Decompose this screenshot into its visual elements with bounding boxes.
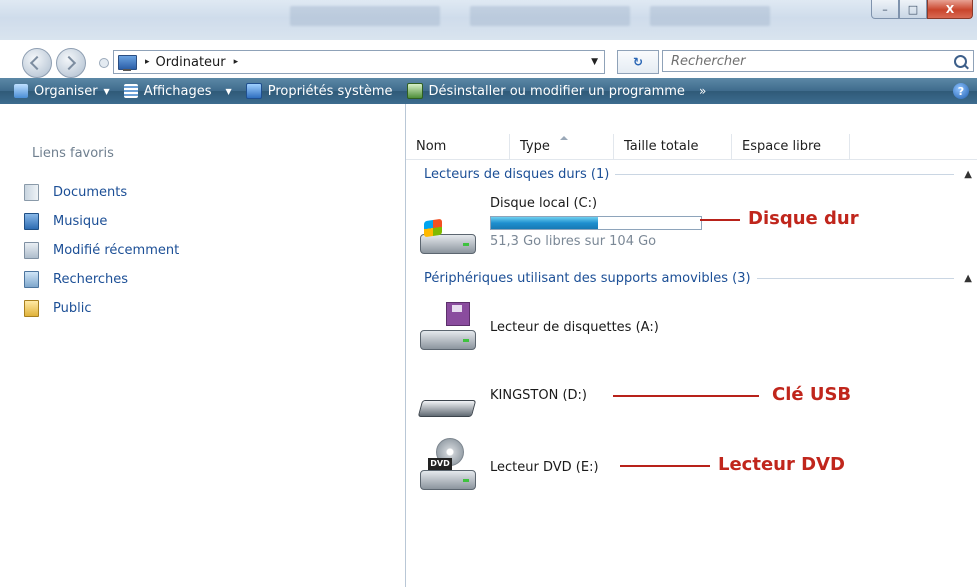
navigation-bar: ▸ Ordinateur ▸ ▼ ↻ Rechercher bbox=[0, 40, 977, 78]
annotation-hard-drive: Disque dur bbox=[748, 208, 859, 229]
column-headers: Nom Type Taille totale Espace libre bbox=[406, 134, 977, 160]
favorites-list: Documents Musique Modifié récemment Rech… bbox=[24, 178, 179, 323]
maximize-button[interactable]: □ bbox=[899, 0, 927, 19]
views-label: Affichages bbox=[143, 83, 212, 99]
hdd-body bbox=[420, 234, 476, 254]
command-bar: Organiser ▼ Affichages ▼ Propriétés syst… bbox=[0, 78, 977, 104]
window-controls: – □ X bbox=[871, 0, 973, 19]
usb-stick-icon bbox=[417, 400, 477, 417]
group-divider bbox=[615, 174, 955, 175]
programs-icon bbox=[406, 83, 423, 99]
drive-name: Lecteur DVD (E:) bbox=[490, 460, 599, 475]
search-input[interactable]: Rechercher bbox=[662, 50, 974, 72]
address-dropdown-icon[interactable]: ▼ bbox=[591, 57, 598, 67]
sidebar-item-label: Modifié récemment bbox=[53, 243, 180, 258]
capacity-bar-fill bbox=[491, 217, 599, 229]
windows-logo-icon bbox=[424, 218, 442, 238]
address-bar[interactable]: ▸ Ordinateur ▸ ▼ bbox=[113, 50, 605, 74]
dvd-label: DVD bbox=[428, 458, 452, 470]
organize-label: Organiser bbox=[34, 83, 98, 99]
annotation-line-hdd bbox=[700, 219, 740, 221]
floppy-drive-icon bbox=[418, 300, 478, 360]
recent-icon bbox=[24, 242, 39, 259]
views-icon bbox=[123, 84, 138, 98]
drive-name: Lecteur de disquettes (A:) bbox=[490, 320, 659, 335]
collapse-icon[interactable]: ▲ bbox=[964, 273, 972, 284]
system-properties-button[interactable]: Propriétés système bbox=[245, 83, 393, 99]
recent-pages-dropdown[interactable] bbox=[99, 58, 109, 68]
organize-button[interactable]: Organiser ▼ bbox=[14, 84, 110, 99]
close-button[interactable]: X bbox=[927, 0, 973, 19]
searches-icon bbox=[24, 271, 39, 288]
breadcrumb-separator[interactable]: ▸ bbox=[234, 57, 239, 67]
free-space-text: 51,3 Go libres sur 104 Go bbox=[490, 234, 657, 249]
column-header-free-space[interactable]: Espace libre bbox=[732, 134, 850, 159]
drive-name: KINGSTON (D:) bbox=[490, 388, 587, 403]
drive-body bbox=[420, 330, 476, 350]
annotation-line-dvd bbox=[620, 465, 710, 467]
sidebar-item-searches[interactable]: Recherches bbox=[24, 265, 179, 294]
group-title: Lecteurs de disques durs (1) bbox=[424, 167, 610, 182]
search-placeholder: Rechercher bbox=[671, 53, 746, 69]
drive-body bbox=[420, 470, 476, 490]
refresh-button[interactable]: ↻ bbox=[617, 50, 659, 74]
background-blur bbox=[290, 6, 440, 26]
help-icon[interactable]: ? bbox=[953, 83, 969, 99]
favorites-title: Liens favoris bbox=[32, 146, 114, 161]
chevron-down-icon: ▼ bbox=[225, 86, 232, 96]
content-pane: Nom Type Taille totale Espace libre Lect… bbox=[406, 104, 977, 587]
column-header-type[interactable]: Type bbox=[510, 134, 614, 159]
annotation-dvd: Lecteur DVD bbox=[718, 454, 845, 475]
usb-drive-icon bbox=[417, 374, 478, 434]
annotation-line-usb bbox=[613, 395, 759, 397]
sidebar-item-label: Musique bbox=[53, 214, 108, 229]
computer-icon bbox=[118, 54, 137, 71]
column-header-total-size[interactable]: Taille totale bbox=[614, 134, 732, 159]
background-blur bbox=[650, 6, 770, 26]
navigation-pane: Liens favoris Documents Musique Modifié … bbox=[0, 104, 406, 587]
sidebar-item-documents[interactable]: Documents bbox=[24, 178, 179, 207]
group-title: Périphériques utilisant des supports amo… bbox=[424, 271, 751, 286]
dvd-drive-icon: DVD bbox=[418, 438, 478, 498]
drive-name: Disque local (C:) bbox=[490, 196, 598, 211]
title-bar: – □ X bbox=[0, 0, 977, 40]
sidebar-item-recent[interactable]: Modifié récemment bbox=[24, 236, 179, 265]
documents-icon bbox=[24, 184, 39, 201]
capacity-bar bbox=[490, 216, 702, 230]
breadcrumb-separator[interactable]: ▸ bbox=[145, 57, 150, 67]
sidebar-item-music[interactable]: Musique bbox=[24, 207, 179, 236]
collapse-icon[interactable]: ▲ bbox=[964, 169, 972, 180]
views-button[interactable]: Affichages ▼ bbox=[123, 83, 232, 99]
uninstall-label: Désinstaller ou modifier un programme bbox=[428, 83, 685, 99]
more-commands-button[interactable]: » bbox=[699, 84, 706, 98]
search-icon[interactable] bbox=[954, 55, 967, 68]
sidebar-item-label: Recherches bbox=[53, 272, 129, 287]
system-properties-label: Propriétés système bbox=[267, 83, 393, 99]
column-header-name[interactable]: Nom bbox=[406, 134, 510, 159]
public-folder-icon bbox=[24, 300, 39, 317]
background-blur bbox=[470, 6, 630, 26]
annotation-usb: Clé USB bbox=[772, 384, 852, 405]
minimize-button[interactable]: – bbox=[871, 0, 899, 19]
chevron-down-icon: ▼ bbox=[103, 86, 110, 96]
hard-drive-icon bbox=[418, 204, 478, 264]
breadcrumb-ordinateur[interactable]: Ordinateur bbox=[156, 55, 226, 70]
forward-button[interactable] bbox=[56, 48, 86, 78]
sidebar-item-label: Documents bbox=[53, 185, 128, 200]
floppy-disk-icon bbox=[446, 302, 470, 326]
group-header-hard-drives[interactable]: Lecteurs de disques durs (1) ▲ bbox=[424, 167, 972, 182]
group-divider bbox=[756, 278, 955, 279]
uninstall-program-button[interactable]: Désinstaller ou modifier un programme bbox=[406, 83, 685, 99]
group-header-removable[interactable]: Périphériques utilisant des supports amo… bbox=[424, 271, 972, 286]
back-button[interactable] bbox=[22, 48, 52, 78]
sidebar-item-public[interactable]: Public bbox=[24, 294, 179, 323]
sidebar-item-label: Public bbox=[53, 301, 92, 316]
music-icon bbox=[24, 213, 39, 230]
organize-icon bbox=[14, 84, 28, 98]
system-properties-icon bbox=[245, 83, 262, 99]
